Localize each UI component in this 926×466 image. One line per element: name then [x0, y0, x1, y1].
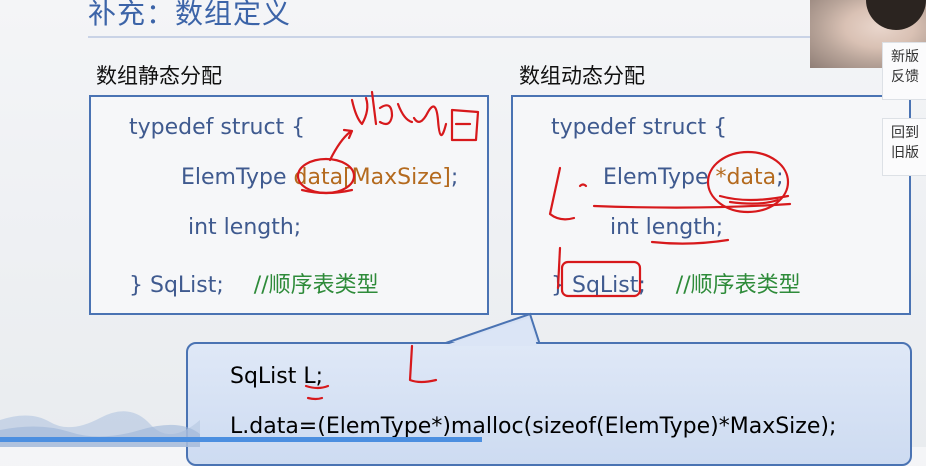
playback-progress-bar[interactable]	[0, 437, 482, 442]
new-version-feedback-button[interactable]: 新版 反馈	[882, 42, 926, 100]
presenter-hair	[866, 0, 926, 30]
callout-pointer-cover	[443, 318, 537, 346]
back-to-old-version-button[interactable]: 回到 旧版	[882, 118, 926, 176]
